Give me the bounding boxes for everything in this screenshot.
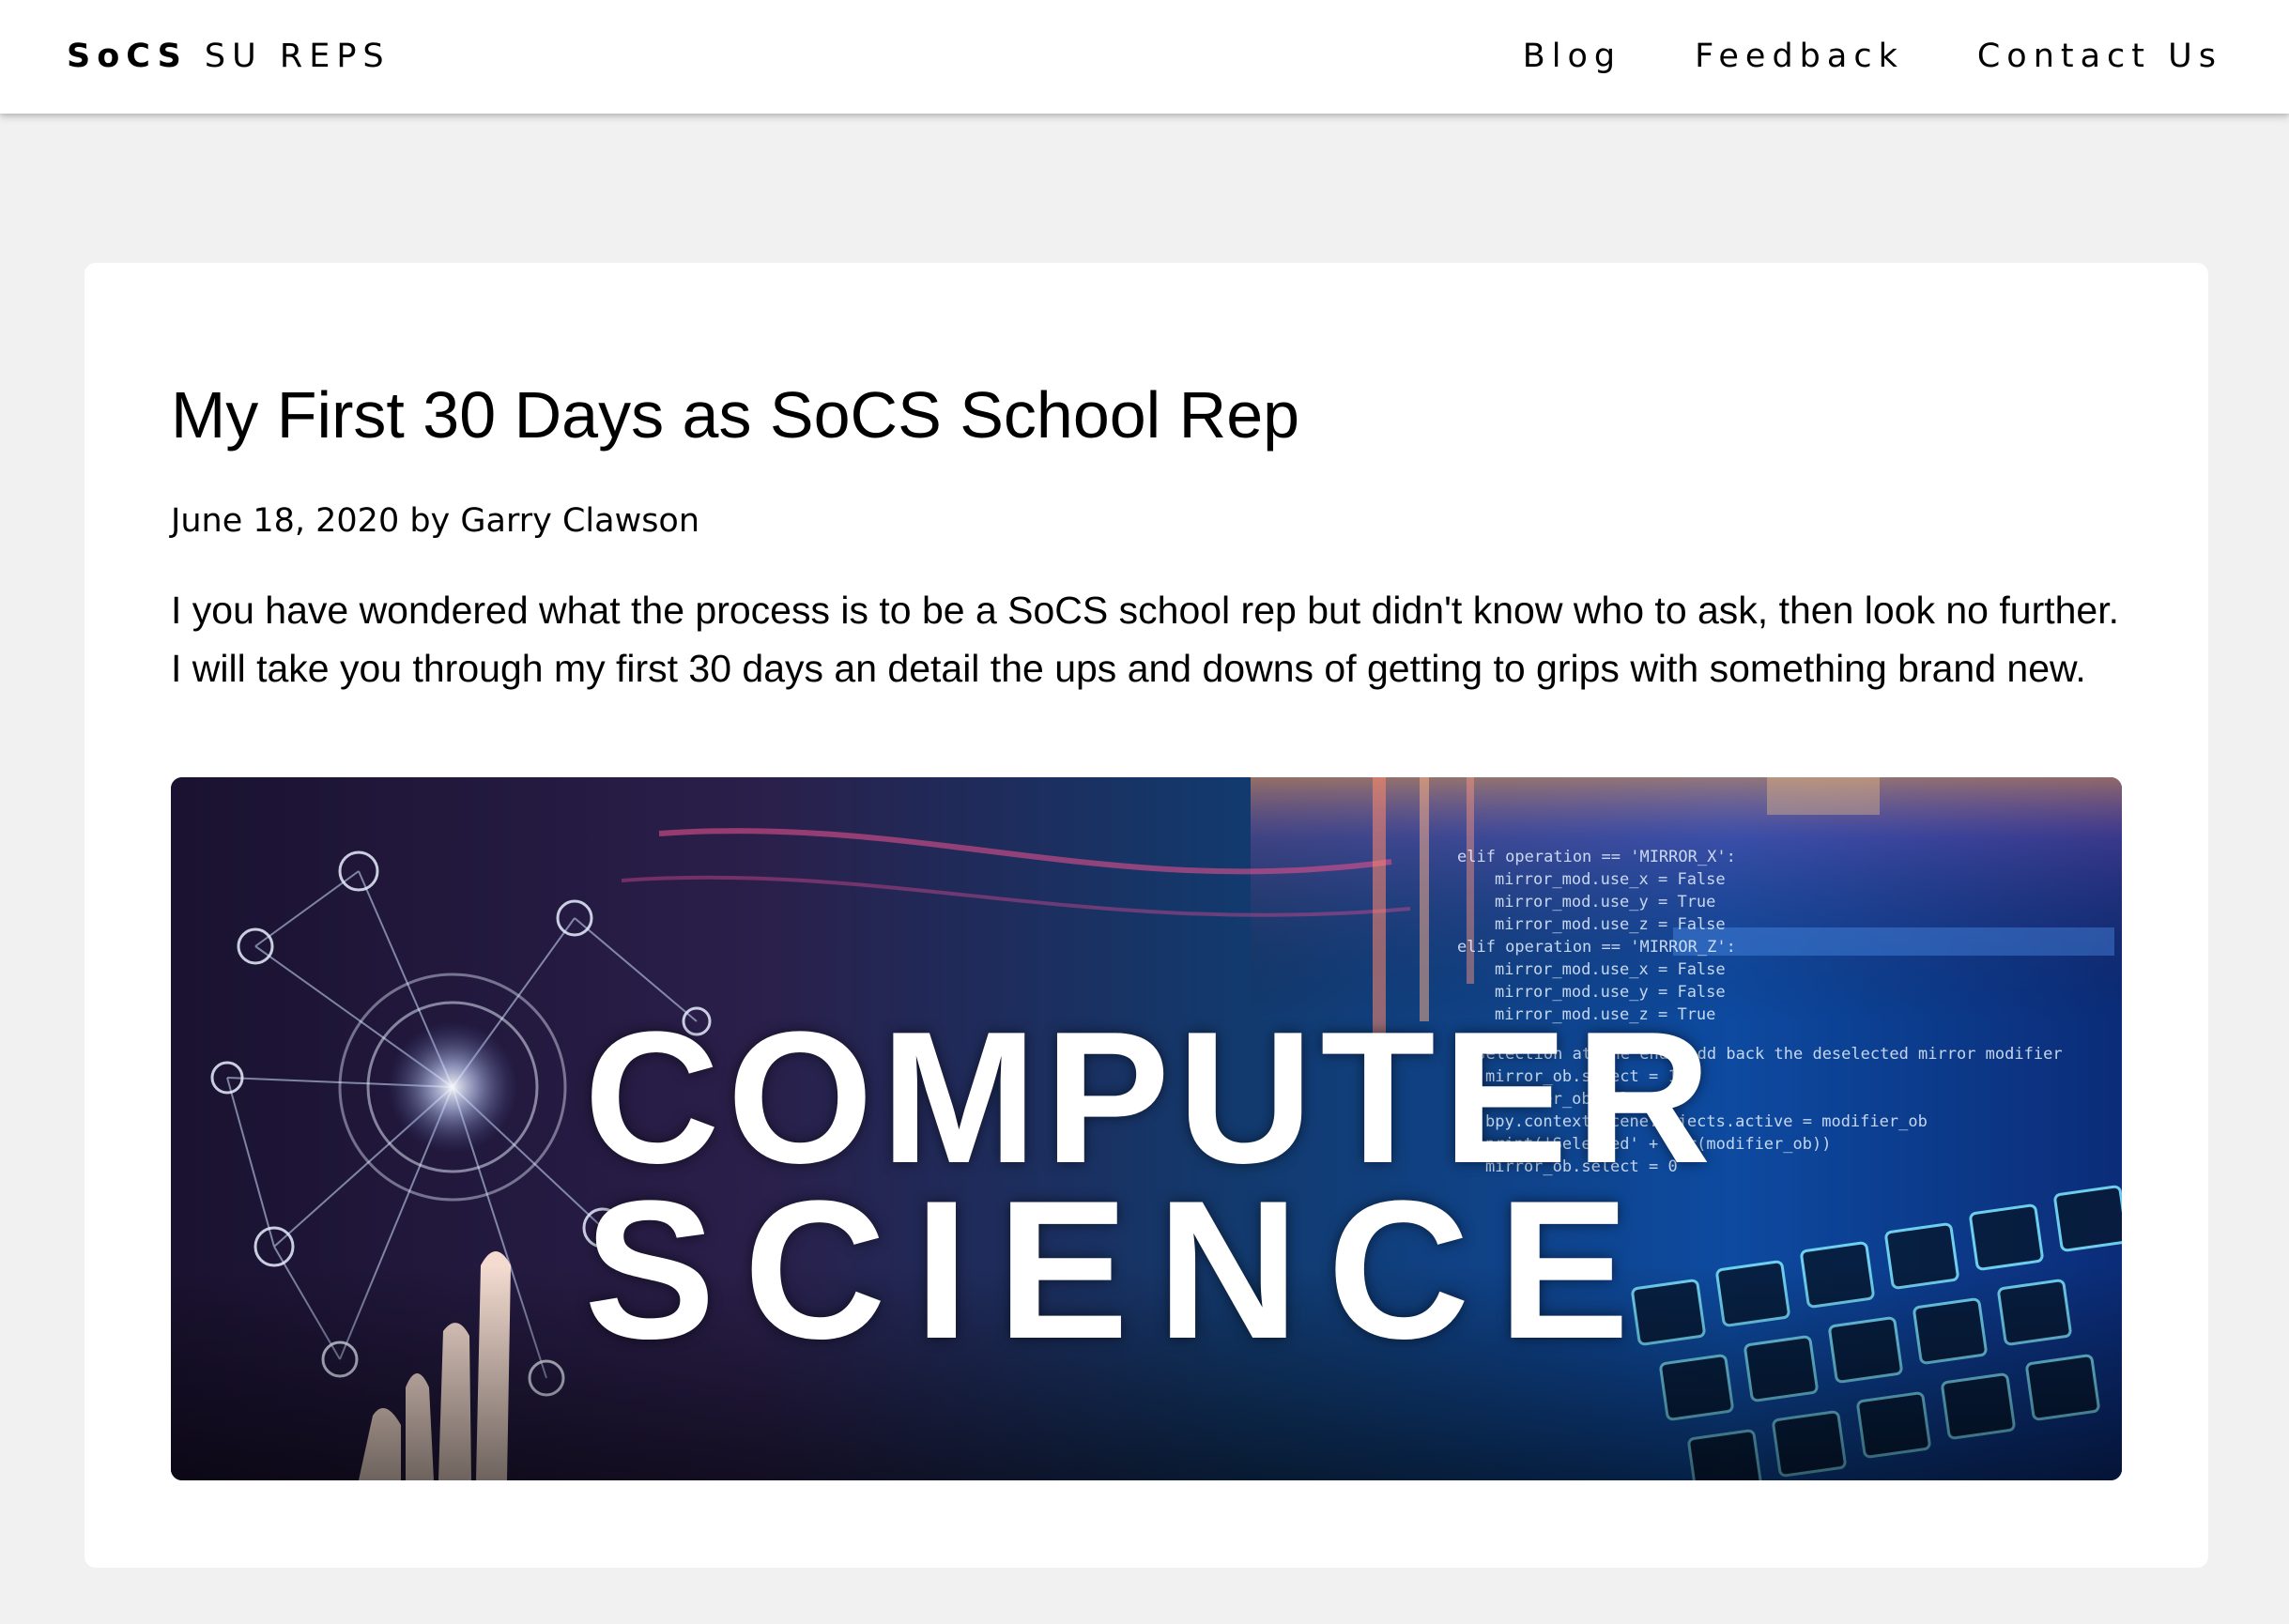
post-excerpt: I you have wondered what the process is …	[171, 589, 2120, 690]
code-line: mirror_mod.use_z = False	[1495, 915, 1726, 934]
top-navbar: SoCS SU REPS Blog Feedback Contact Us	[0, 0, 2289, 114]
post-meta: June 18, 2020 by Garry Clawson	[171, 502, 700, 540]
nav-link-contact-us[interactable]: Contact Us	[1977, 36, 2222, 77]
nav-link-blog[interactable]: Blog	[1523, 36, 1621, 77]
site-brand[interactable]: SoCS SU REPS	[67, 36, 391, 77]
hero-title-line-2: SCIENCE	[584, 1159, 1658, 1380]
brand-rest: SU REPS	[187, 38, 391, 75]
post-title[interactable]: My First 30 Days as SoCS School Rep	[171, 377, 1299, 452]
nav-links: Blog Feedback Contact Us	[1523, 36, 2222, 77]
code-line: elif operation == 'MIRROR_X':	[1457, 848, 1736, 866]
code-line: mirror_mod.use_y = True	[1495, 893, 1715, 912]
brand-bold: SoCS	[67, 38, 188, 75]
post-hero-image: elif operation == 'MIRROR_X': mirror_mod…	[171, 777, 2122, 1480]
code-line: elif operation == 'MIRROR_Z':	[1457, 938, 1736, 957]
code-line: mirror_mod.use_x = False	[1495, 870, 1726, 889]
nav-link-feedback[interactable]: Feedback	[1695, 36, 1904, 77]
code-line: mirror_mod.use_x = False	[1495, 960, 1726, 979]
blog-post-card: My First 30 Days as SoCS School Rep June…	[84, 263, 2208, 1568]
